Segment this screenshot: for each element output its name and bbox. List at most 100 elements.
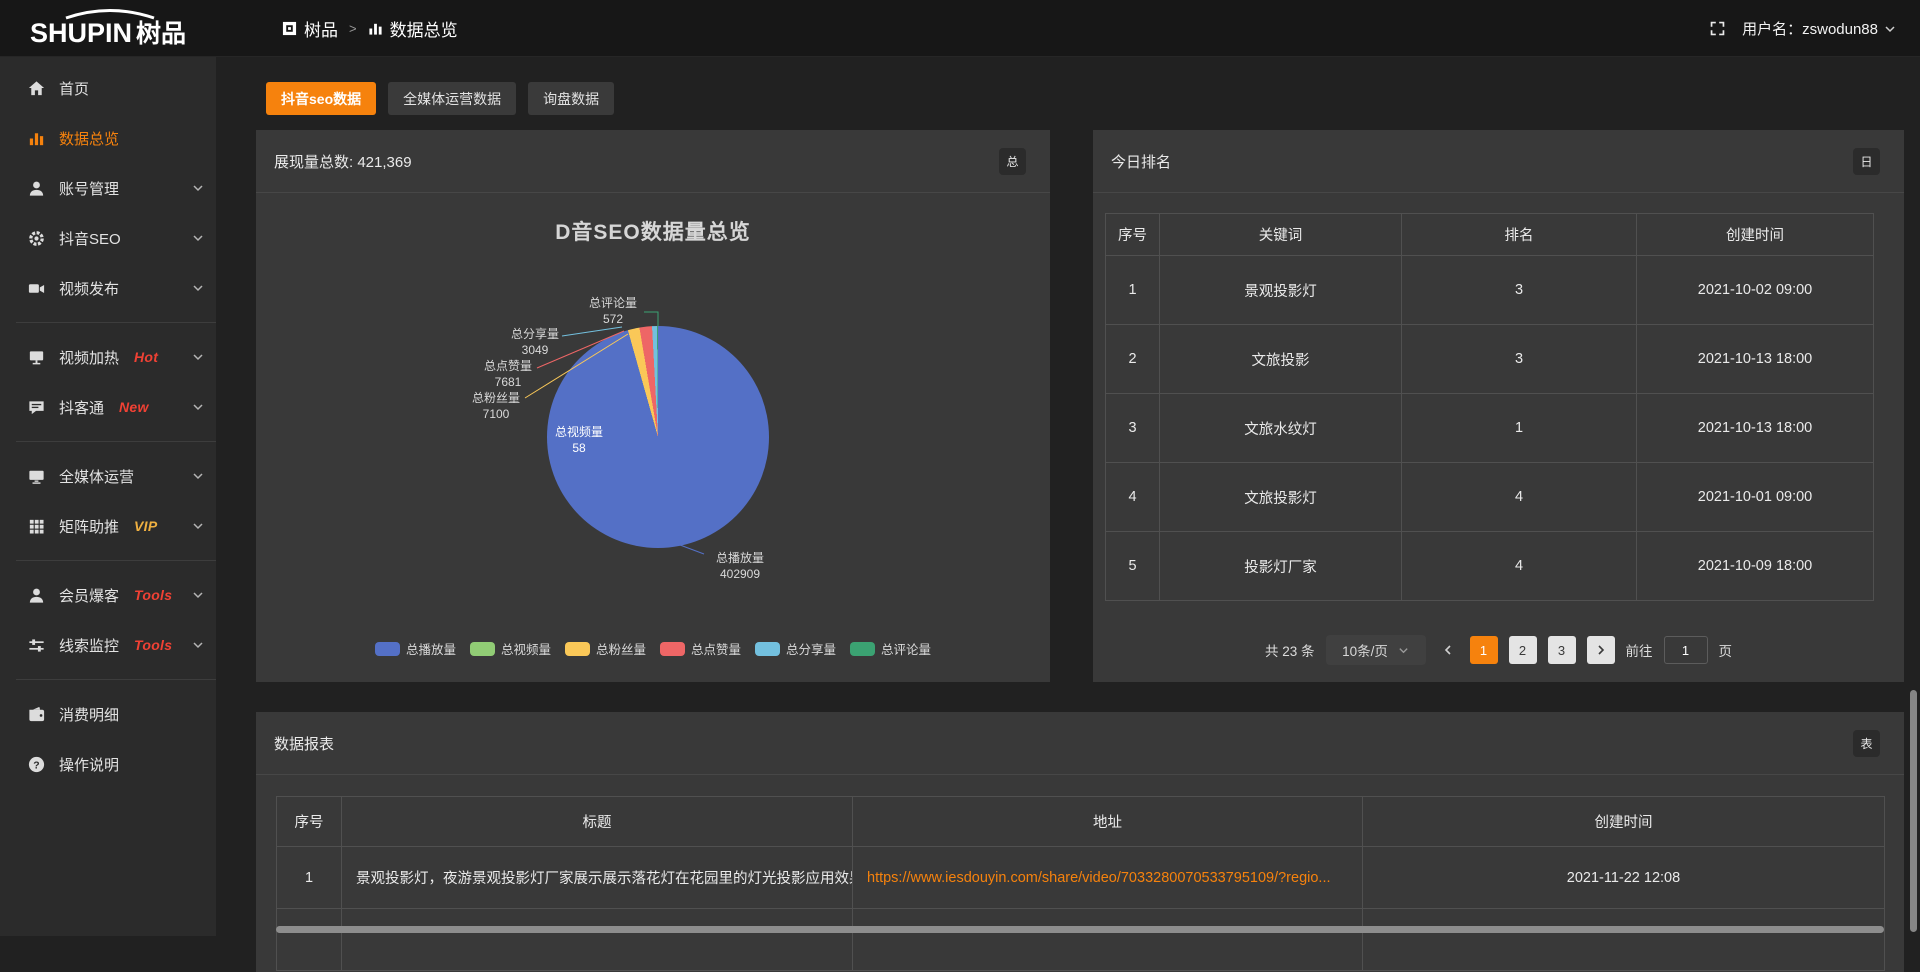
legend-swatch [565, 642, 590, 656]
column-header-url: 地址 [853, 797, 1363, 847]
legend-item-likes[interactable]: 总点赞量 [660, 639, 741, 658]
page-button-2[interactable]: 2 [1509, 636, 1537, 664]
daily-view-button[interactable]: 日 [1853, 148, 1880, 175]
sidebar-item-help[interactable]: ? 操作说明 [0, 739, 216, 789]
sliders-icon [26, 635, 46, 655]
sidebar-item-data-overview[interactable]: 数据总览 [0, 113, 216, 163]
breadcrumb-current[interactable]: 数据总览 [368, 16, 458, 41]
new-badge: New [119, 399, 149, 415]
grid-icon [26, 516, 46, 536]
cell-index: 5 [1106, 532, 1160, 601]
ranking-panel: 今日排名 日 序号 关键词 排名 创建时间 1 景观投影灯 3 2021-10-… [1093, 130, 1904, 682]
tools-badge: Tools [134, 637, 172, 653]
column-header-index: 序号 [277, 797, 342, 847]
legend-item-fans[interactable]: 总粉丝量 [565, 639, 646, 658]
column-header-index: 序号 [1106, 214, 1160, 256]
tab-media-operation-data[interactable]: 全媒体运营数据 [388, 82, 516, 115]
cell-title [342, 909, 853, 971]
chevron-down-icon [192, 639, 204, 651]
chevron-down-icon [192, 282, 204, 294]
table-row: 4 文旅投影灯 4 2021-10-01 09:00 [1106, 463, 1874, 532]
legend-label: 总分享量 [786, 639, 836, 658]
cell-index: 2 [1106, 325, 1160, 394]
ranking-panel-header: 今日排名 日 [1093, 130, 1904, 193]
pie-label-value: 58 [555, 440, 603, 456]
vip-badge: VIP [134, 518, 157, 534]
tab-inquiry-data[interactable]: 询盘数据 [528, 82, 614, 115]
cell-keyword: 景观投影灯 [1160, 256, 1402, 325]
legend-item-videos[interactable]: 总视频量 [470, 639, 551, 658]
user-dropdown[interactable]: 用户名：zswodun88 [1742, 18, 1896, 39]
tab-douyin-seo-data[interactable]: 抖音seo数据 [266, 82, 376, 115]
tools-badge: Tools [134, 587, 172, 603]
chevron-down-icon [192, 232, 204, 244]
chevron-down-icon [192, 351, 204, 363]
pie-label-likes: 总点赞量 7681 [484, 358, 532, 390]
question-circle-icon: ? [26, 754, 46, 774]
impressions-total-label: 展现量总数: 421,369 [274, 151, 412, 172]
cell-index: 1 [1106, 256, 1160, 325]
vertical-scrollbar[interactable] [1910, 690, 1917, 932]
logo-text-en: SHUPIN [30, 18, 132, 48]
page-button-3[interactable]: 3 [1548, 636, 1576, 664]
cell-keyword: 投影灯厂家 [1160, 532, 1402, 601]
total-view-button[interactable]: 总 [999, 148, 1026, 175]
goto-unit-label: 页 [1719, 640, 1733, 660]
sidebar-item-video-publish[interactable]: 视频发布 [0, 263, 216, 313]
page-button-1[interactable]: 1 [1470, 636, 1498, 664]
sidebar-item-clue-monitor[interactable]: 线索监控 Tools [0, 620, 216, 670]
monitor-icon [26, 466, 46, 486]
chevron-right-icon [1595, 644, 1607, 656]
pie-chart-title: D音SEO数据量总览 [256, 216, 1050, 246]
sidebar-item-video-heat[interactable]: 视频加热 Hot [0, 332, 216, 382]
home-icon [26, 78, 46, 98]
sidebar-item-home[interactable]: 首页 [0, 63, 216, 113]
sidebar-item-douyin-seo[interactable]: 抖音SEO [0, 213, 216, 263]
legend-item-plays[interactable]: 总播放量 [375, 639, 456, 658]
sidebar-item-account[interactable]: 账号管理 [0, 163, 216, 213]
fullscreen-icon[interactable] [1709, 20, 1726, 37]
column-header-created: 创建时间 [1637, 214, 1874, 256]
column-header-rank: 排名 [1402, 214, 1637, 256]
sidebar-item-media-operation[interactable]: 全媒体运营 [0, 451, 216, 501]
sidebar-item-matrix-boost[interactable]: 矩阵助推 VIP [0, 501, 216, 551]
cell-rank: 4 [1402, 532, 1637, 601]
table-row [277, 909, 1885, 971]
prev-page-button[interactable] [1437, 644, 1459, 656]
sidebar-item-consume-detail[interactable]: 消费明细 [0, 689, 216, 739]
cell-created [1363, 909, 1885, 971]
column-header-title: 标题 [342, 797, 853, 847]
horizontal-scrollbar[interactable] [276, 926, 1884, 933]
person-icon [26, 585, 46, 605]
cell-keyword: 文旅水纹灯 [1160, 394, 1402, 463]
sidebar-item-douketong[interactable]: 抖客通 New [0, 382, 216, 432]
column-header-keyword: 关键词 [1160, 214, 1402, 256]
user-icon [26, 178, 46, 198]
sidebar-item-label: 视频发布 [59, 278, 119, 299]
sidebar-item-label: 账号管理 [59, 178, 119, 199]
legend-item-comments[interactable]: 总评论量 [850, 639, 931, 658]
sidebar-item-member-burst[interactable]: 会员爆客 Tools [0, 570, 216, 620]
breadcrumb-separator: > [347, 21, 359, 36]
data-tabs: 抖音seo数据 全媒体运营数据 询盘数据 [266, 82, 614, 115]
sidebar-item-label: 线索监控 [59, 635, 119, 656]
table-view-button[interactable]: 表 [1853, 730, 1880, 757]
report-table: 序号 标题 地址 创建时间 1 景观投影灯，夜游景观投影灯厂家展示展示落花灯在花… [276, 796, 1885, 971]
pie-label-plays: 总播放量 402909 [716, 550, 764, 582]
pie-label-videos: 总视频量 58 [555, 424, 603, 456]
legend-item-shares[interactable]: 总分享量 [755, 639, 836, 658]
breadcrumb-root[interactable]: 树品 [282, 16, 338, 41]
page-size-select[interactable]: 10条/页 [1326, 635, 1426, 665]
table-row: 1 景观投影灯 3 2021-10-02 09:00 [1106, 256, 1874, 325]
goto-page-input[interactable] [1664, 636, 1708, 664]
cell-index: 3 [1106, 394, 1160, 463]
pie-label-shares: 总分享量 3049 [511, 326, 559, 358]
legend-label: 总点赞量 [691, 639, 741, 658]
sidebar: 首页 数据总览 账号管理 抖音SEO 视频发布 视频加热 Hot 抖客通 New… [0, 57, 216, 936]
sidebar-divider [16, 322, 216, 323]
cell-created: 2021-10-13 18:00 [1637, 325, 1874, 394]
pie-label-name: 总点赞量 [484, 358, 532, 374]
video-link[interactable]: https://www.iesdouyin.com/share/video/70… [867, 870, 1331, 886]
next-page-button[interactable] [1587, 636, 1615, 664]
chevron-down-icon [192, 401, 204, 413]
